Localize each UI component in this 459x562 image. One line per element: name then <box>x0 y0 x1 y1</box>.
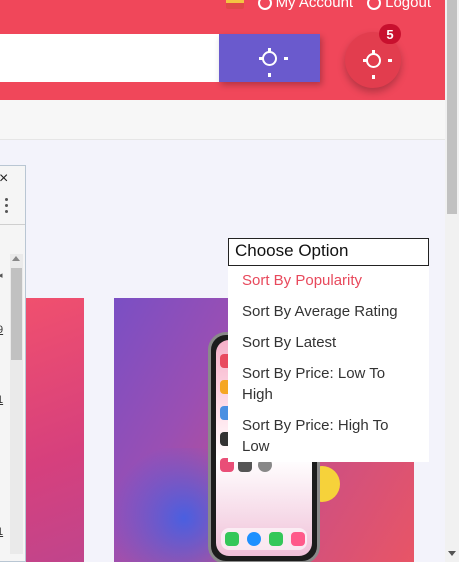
scroll-down-icon[interactable] <box>448 551 456 556</box>
language-selector[interactable] <box>225 0 244 11</box>
cart-count-badge: 5 <box>379 24 401 44</box>
my-account-label: My Account <box>275 0 354 11</box>
sort-dropdown[interactable]: Choose Option Sort By Popularity Sort By… <box>228 238 429 462</box>
panel-scrollbar[interactable] <box>10 254 23 554</box>
flag-icon <box>225 0 244 9</box>
top-links: My Account Logout <box>225 0 431 11</box>
my-account-link[interactable]: My Account <box>257 0 354 11</box>
more-options-icon[interactable] <box>5 198 9 214</box>
scroll-up-icon[interactable] <box>12 256 20 261</box>
sort-select[interactable]: Choose Option <box>228 238 429 266</box>
sort-option-price-low-high[interactable]: Sort By Price: Low To High <box>228 363 403 405</box>
promo-banner-left[interactable] <box>26 298 84 562</box>
logout-icon <box>367 0 382 10</box>
phone-dock <box>221 528 307 550</box>
panel-scroll-thumb[interactable] <box>11 268 22 360</box>
chevron-left-icon[interactable]: ◂ <box>0 270 3 281</box>
page-scrollbar[interactable] <box>445 0 459 562</box>
panel-number[interactable]: 1 <box>0 394 3 406</box>
sort-option-price-high-low[interactable]: Sort By Price: High To Low <box>228 415 403 457</box>
sort-option-average-rating[interactable]: Sort By Average Rating <box>228 301 429 322</box>
panel-number[interactable]: 1 <box>0 526 3 538</box>
logout-label: Logout <box>385 0 431 11</box>
search-input[interactable] <box>0 34 219 82</box>
logout-link[interactable]: Logout <box>367 0 431 11</box>
sort-option-popularity[interactable]: Sort By Popularity <box>228 270 429 291</box>
page-scroll-thumb[interactable] <box>447 0 457 214</box>
search-button[interactable] <box>219 34 320 82</box>
cart-icon <box>362 49 392 79</box>
top-header: My Account Logout 5 <box>0 0 445 100</box>
close-icon[interactable]: × <box>0 170 8 188</box>
panel-number[interactable]: 9 <box>0 324 3 336</box>
side-panel: × ◂ 9 1 1 <box>0 165 26 562</box>
sort-option-latest[interactable]: Sort By Latest <box>228 332 429 353</box>
search-icon <box>259 47 288 77</box>
user-icon <box>257 0 272 10</box>
breadcrumb-bar <box>0 100 445 140</box>
panel-divider <box>0 224 25 225</box>
